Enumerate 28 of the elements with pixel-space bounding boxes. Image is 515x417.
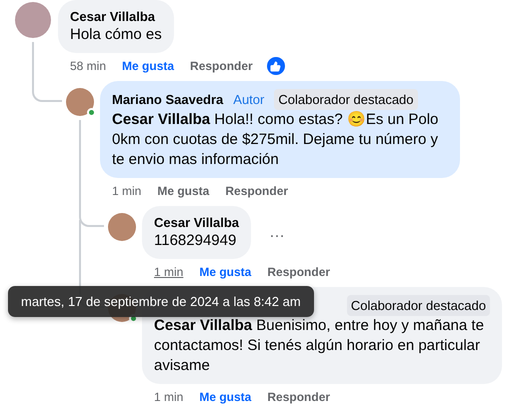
like-button[interactable]: Me gusta	[122, 59, 174, 73]
author-name: Mariano Saavedra	[112, 91, 224, 108]
like-button[interactable]: Me gusta	[199, 390, 252, 404]
reply-button[interactable]: Responder	[225, 184, 288, 198]
comment-text: Cesar Villalba Buenisimo, entre hoy y mañana te contactamos! Si tenés algún horario en particular avisame	[154, 316, 485, 376]
avatar-photo[interactable]	[66, 88, 94, 116]
comment-text: Cesar Villalba Hola!! como estas? 😊Es un Polo 0km con cuotas de $275mil. Dejame tu número y te envio mas información	[112, 110, 440, 170]
comment-text: Hola cómo es	[70, 25, 162, 45]
comment-time[interactable]: 1 min	[154, 265, 184, 279]
author-label: Autor	[232, 91, 266, 109]
reply-button[interactable]: Responder	[190, 59, 253, 73]
avatar-photo[interactable]	[15, 2, 51, 38]
contributor-badge: Colaborador destacado	[346, 295, 490, 316]
author-name: Cesar Villalba	[154, 214, 240, 231]
reply-button[interactable]: Responder	[267, 265, 330, 279]
comment-time[interactable]: 1 min	[112, 184, 142, 198]
comment-text: 1168294949	[154, 231, 238, 251]
like-button[interactable]: Me gusta	[199, 265, 252, 279]
avatar-photo[interactable]	[108, 213, 136, 241]
reply-button[interactable]: Responder	[267, 390, 330, 404]
like-reaction-icon[interactable]	[266, 57, 285, 75]
comment-time[interactable]: 58 min	[70, 59, 106, 73]
like-button[interactable]: Me gusta	[157, 184, 210, 198]
author-name: Cesar Villalba	[70, 8, 156, 25]
contributor-badge: Colaborador destacado	[274, 89, 418, 110]
comment-time[interactable]: 1 min	[154, 390, 184, 404]
date-tooltip: martes, 17 de septiembre de 2024 a las 8:42 am	[8, 286, 314, 317]
more-button[interactable]: …	[265, 224, 290, 242]
